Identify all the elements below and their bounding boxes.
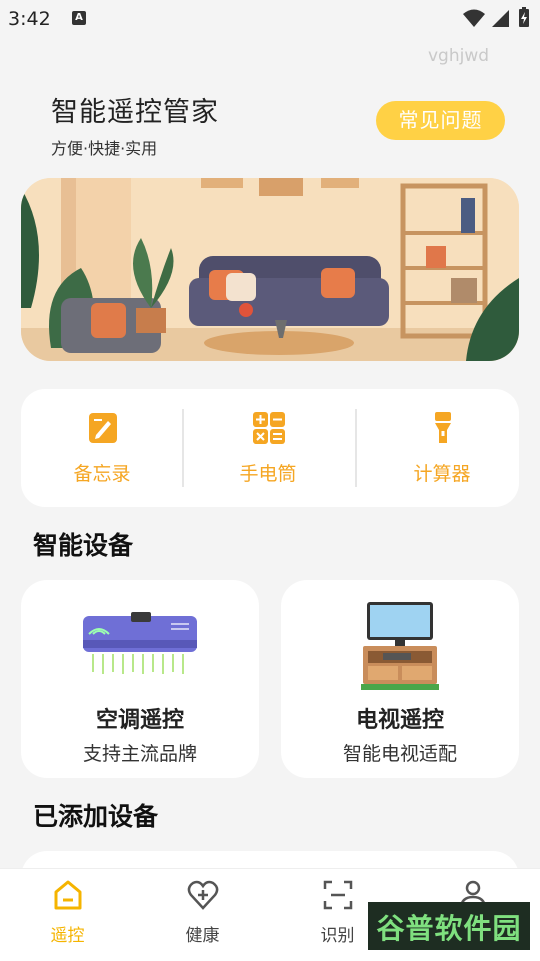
scan-icon (323, 880, 353, 910)
calculator-grid-icon (253, 412, 285, 444)
status-bar: 3:42 A (0, 0, 540, 40)
wifi-icon (463, 9, 485, 27)
quick-tool-label: 手电筒 (239, 463, 297, 485)
notification-a-icon: A (72, 11, 86, 25)
tab-label: 遥控 (50, 926, 85, 946)
device-desc: 智能电视适配 (342, 743, 457, 765)
living-room-banner[interactable] (21, 178, 519, 361)
heart-plus-icon (187, 880, 219, 910)
page-subtitle: 方便·快捷·实用 (51, 139, 158, 158)
memo-icon (89, 413, 117, 443)
section-title-added-devices: 已添加设备 (33, 802, 159, 831)
quick-tool-calculator[interactable]: 计算器 (361, 389, 523, 507)
quick-tool-flashlight[interactable]: 手电筒 (187, 389, 349, 507)
status-time: 3:42 (8, 8, 51, 30)
quick-tools-card: 备忘录 手电筒 计算器 (21, 389, 519, 507)
divider (355, 409, 357, 487)
section-title-smart-devices: 智能设备 (33, 531, 134, 560)
device-desc: 支持主流品牌 (82, 743, 197, 765)
tab-health[interactable]: 健康 (135, 869, 270, 961)
watermark-text: vghjwd (428, 46, 490, 66)
quick-tool-label: 计算器 (413, 463, 471, 485)
quick-tool-label: 备忘录 (73, 463, 131, 485)
quick-tool-memo[interactable]: 备忘录 (21, 389, 183, 507)
battery-icon (519, 7, 529, 27)
faq-button[interactable]: 常见问题 (376, 101, 505, 140)
device-card-ac[interactable]: 空调遥控 支持主流品牌 (21, 580, 259, 778)
site-watermark-badge: 谷普软件园 (368, 902, 530, 950)
air-conditioner-icon (83, 612, 197, 674)
living-room-illustration (21, 178, 519, 361)
signal-icon (492, 10, 509, 27)
device-name: 空调遥控 (95, 708, 184, 733)
divider (182, 409, 184, 487)
device-name: 电视遥控 (355, 708, 444, 733)
tab-label: 健康 (185, 926, 220, 946)
home-icon (54, 880, 82, 910)
flashlight-icon (435, 412, 451, 443)
device-card-tv[interactable]: 电视遥控 智能电视适配 (281, 580, 519, 778)
tv-icon (361, 602, 439, 690)
site-watermark-text: 谷普软件园 (376, 912, 522, 945)
tab-remote[interactable]: 遥控 (0, 869, 135, 961)
page-title: 智能遥控管家 (51, 97, 219, 128)
